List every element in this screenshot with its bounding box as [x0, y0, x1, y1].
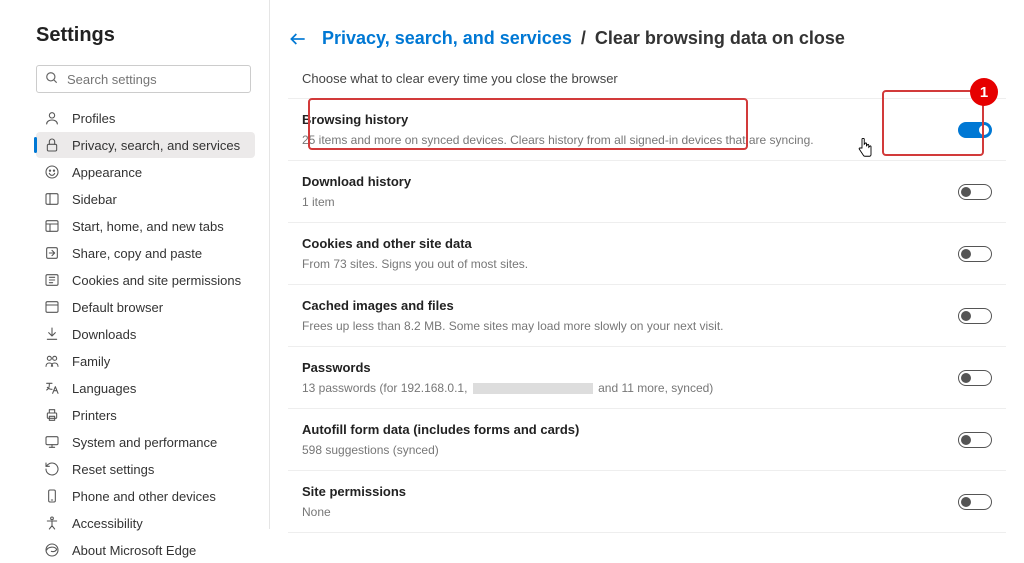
- sidebar-item-label: Sidebar: [72, 192, 117, 207]
- sidebar-item-printer[interactable]: Printers: [36, 402, 255, 428]
- row-title: Site permissions: [302, 484, 406, 499]
- setting-row: Browsing history 25 items and more on syn…: [288, 99, 1006, 161]
- row-title: Download history: [302, 174, 411, 189]
- toggle-switch[interactable]: [958, 246, 992, 262]
- row-title: Autofill form data (includes forms and c…: [302, 422, 579, 437]
- sidebar-item-appearance[interactable]: Appearance: [36, 159, 255, 185]
- languages-icon: [44, 380, 60, 396]
- row-description: 1 item: [302, 195, 411, 209]
- reset-icon: [44, 461, 60, 477]
- breadcrumb: Privacy, search, and services / Clear br…: [288, 28, 1006, 49]
- row-title: Cookies and other site data: [302, 236, 528, 251]
- breadcrumb-separator: /: [576, 28, 591, 49]
- toggle-switch[interactable]: [958, 122, 992, 138]
- breadcrumb-parent[interactable]: Privacy, search, and services: [322, 28, 572, 49]
- toggle-switch[interactable]: [958, 308, 992, 324]
- phone-icon: [44, 488, 60, 504]
- row-title: Browsing history: [302, 112, 814, 127]
- row-description: 13 passwords (for 192.168.0.1, and 11 mo…: [302, 381, 713, 395]
- toggle-switch[interactable]: [958, 494, 992, 510]
- settings-nav: Profiles Privacy, search, and services App…: [36, 105, 255, 563]
- row-description: 598 suggestions (synced): [302, 443, 579, 457]
- sidebar-item-label: About Microsoft Edge: [72, 543, 196, 558]
- sidebar-item-label: Reset settings: [72, 462, 154, 477]
- breadcrumb-current: Clear browsing data on close: [595, 28, 845, 49]
- row-title: Passwords: [302, 360, 713, 375]
- sidebar-item-label: Default browser: [72, 300, 163, 315]
- row-description: 25 items and more on synced devices. Cle…: [302, 133, 814, 147]
- appearance-icon: [44, 164, 60, 180]
- setting-row: Passwords 13 passwords (for 192.168.0.1, …: [288, 347, 1006, 409]
- sidebar-item-label: Phone and other devices: [72, 489, 216, 504]
- sidebar-item-share[interactable]: Share, copy and paste: [36, 240, 255, 266]
- search-input[interactable]: [65, 71, 242, 88]
- edge-icon: [44, 542, 60, 558]
- sidebar-item-download[interactable]: Downloads: [36, 321, 255, 347]
- lock-icon: [44, 137, 60, 153]
- sidebar-item-system[interactable]: System and performance: [36, 429, 255, 455]
- search-icon: [45, 71, 65, 88]
- row-description: From 73 sites. Signs you out of most sit…: [302, 257, 528, 271]
- row-title: Cached images and files: [302, 298, 724, 313]
- setting-row: Cached images and files Frees up less tha…: [288, 285, 1006, 347]
- sidebar-item-sidebar[interactable]: Sidebar: [36, 186, 255, 212]
- sidebar-item-label: Downloads: [72, 327, 136, 342]
- sidebar-item-label: Printers: [72, 408, 117, 423]
- printer-icon: [44, 407, 60, 423]
- setting-row: Download history 1 item: [288, 161, 1006, 223]
- sidebar-item-label: Share, copy and paste: [72, 246, 202, 261]
- sidebar-item-label: Privacy, search, and services: [72, 138, 240, 153]
- settings-sidebar: Settings Profiles Privacy, search, and se…: [0, 0, 270, 529]
- row-description: Frees up less than 8.2 MB. Some sites ma…: [302, 319, 724, 333]
- sidebar-item-accessibility[interactable]: Accessibility: [36, 510, 255, 536]
- toggle-switch[interactable]: [958, 370, 992, 386]
- sidebar-item-languages[interactable]: Languages: [36, 375, 255, 401]
- profile-icon: [44, 110, 60, 126]
- settings-title: Settings: [36, 24, 255, 47]
- browser-icon: [44, 299, 60, 315]
- system-icon: [44, 434, 60, 450]
- sidebar-item-profile[interactable]: Profiles: [36, 105, 255, 131]
- sidebar-item-label: Appearance: [72, 165, 142, 180]
- sidebar-item-edge[interactable]: About Microsoft Edge: [36, 537, 255, 563]
- sidebar-item-phone[interactable]: Phone and other devices: [36, 483, 255, 509]
- sidebar-item-label: Cookies and site permissions: [72, 273, 241, 288]
- page-subtitle: Choose what to clear every time you clos…: [288, 71, 1006, 86]
- sidebar-icon: [44, 191, 60, 207]
- row-description: None: [302, 505, 406, 519]
- main-content: Privacy, search, and services / Clear br…: [270, 0, 1024, 529]
- sidebar-item-reset[interactable]: Reset settings: [36, 456, 255, 482]
- cookies-icon: [44, 272, 60, 288]
- setting-row: Autofill form data (includes forms and c…: [288, 409, 1006, 471]
- setting-row: Site permissions None: [288, 471, 1006, 533]
- share-icon: [44, 245, 60, 261]
- clear-data-rows: Browsing history 25 items and more on syn…: [288, 98, 1006, 533]
- redacted-text: [473, 383, 593, 394]
- sidebar-item-label: Accessibility: [72, 516, 143, 531]
- back-arrow-icon[interactable]: [288, 29, 308, 49]
- sidebar-item-label: Languages: [72, 381, 136, 396]
- sidebar-item-label: Start, home, and new tabs: [72, 219, 224, 234]
- annotation-badge: 1: [970, 78, 998, 106]
- sidebar-item-label: Profiles: [72, 111, 115, 126]
- search-box[interactable]: [36, 65, 251, 93]
- sidebar-item-lock[interactable]: Privacy, search, and services: [36, 132, 255, 158]
- download-icon: [44, 326, 60, 342]
- toggle-switch[interactable]: [958, 432, 992, 448]
- sidebar-item-label: Family: [72, 354, 110, 369]
- home-icon: [44, 218, 60, 234]
- sidebar-item-label: System and performance: [72, 435, 217, 450]
- sidebar-item-browser[interactable]: Default browser: [36, 294, 255, 320]
- family-icon: [44, 353, 60, 369]
- sidebar-item-family[interactable]: Family: [36, 348, 255, 374]
- sidebar-item-cookies[interactable]: Cookies and site permissions: [36, 267, 255, 293]
- sidebar-item-home[interactable]: Start, home, and new tabs: [36, 213, 255, 239]
- toggle-switch[interactable]: [958, 184, 992, 200]
- setting-row: Cookies and other site data From 73 sites…: [288, 223, 1006, 285]
